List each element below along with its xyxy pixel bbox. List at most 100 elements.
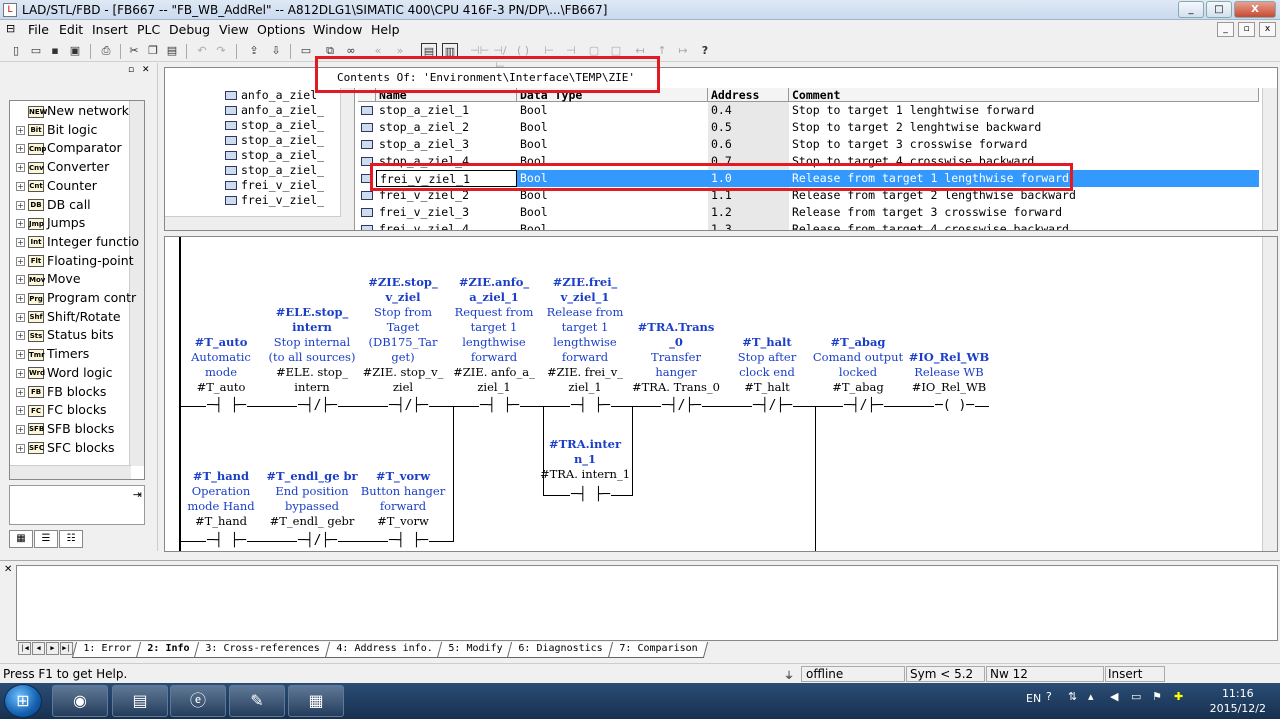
maximize-button[interactable]: □: [1206, 1, 1232, 18]
tree-item[interactable]: + FC FC blocks: [16, 402, 107, 420]
nc-contact[interactable]: ─┤/├─: [297, 534, 339, 548]
expand-icon[interactable]: +: [16, 294, 25, 303]
paste-icon[interactable]: ▤: [164, 43, 180, 59]
right-arrow-icon[interactable]: ↦: [675, 43, 691, 59]
no-contact[interactable]: ─┤ ├─: [570, 399, 612, 413]
simatic-manager-icon[interactable]: ◉: [52, 685, 108, 717]
next-tab-icon[interactable]: ▶: [46, 642, 59, 655]
tree-item[interactable]: + Cnt Counter: [16, 178, 97, 196]
interface-tree-item[interactable]: anfo_a_ziel: [225, 88, 317, 102]
cut-icon[interactable]: ✂: [126, 43, 142, 59]
tree-item[interactable]: + Sts Status bits: [16, 327, 114, 345]
tree-item[interactable]: + CmpComparator: [16, 140, 122, 158]
start-button[interactable]: ⊞: [4, 684, 42, 718]
output-tab[interactable]: 5: Modify: [436, 642, 514, 658]
tray-flag-icon[interactable]: ⚑: [1152, 690, 1162, 703]
menu-insert[interactable]: Insert: [92, 22, 128, 37]
table-cell-type[interactable]: Bool: [517, 204, 708, 221]
mdi-close-button[interactable]: x: [1259, 22, 1276, 37]
ladder-operand-label[interactable]: #TRA.inter n_1 #TRA. intern_1: [539, 437, 631, 482]
table-cell-comment[interactable]: Stop to target 1 lenghtwise forward: [789, 102, 1259, 119]
table-cell-address[interactable]: 0.6: [708, 136, 789, 153]
interface-tree-vscroll[interactable]: [340, 88, 354, 230]
tab-list[interactable]: ☷: [59, 530, 83, 548]
output-tab[interactable]: 2: Info: [136, 642, 201, 658]
tree-item[interactable]: + Mov Move: [16, 271, 81, 289]
copy-icon[interactable]: ❐: [145, 43, 161, 59]
interface-tree-item[interactable]: frei_v_ziel_: [225, 178, 324, 192]
expand-icon[interactable]: +: [16, 219, 25, 229]
output-close-icon[interactable]: ✕: [4, 564, 12, 575]
output-tab[interactable]: 3: Cross-references: [194, 642, 331, 658]
doc-icon[interactable]: ⊟: [6, 22, 15, 35]
explorer-icon[interactable]: ▤: [112, 685, 168, 717]
menu-help[interactable]: Help: [371, 22, 400, 37]
tray-display-icon[interactable]: ▭: [1131, 690, 1141, 703]
tab-call-structure[interactable]: ☰: [34, 530, 58, 548]
menu-debug[interactable]: Debug: [169, 22, 210, 37]
menu-file[interactable]: File: [28, 22, 49, 37]
tree-item[interactable]: NEWNew network: [16, 103, 129, 121]
table-cell-address[interactable]: 1.2: [708, 204, 789, 221]
table-cell-comment[interactable]: Release from target 4 crosswise backward: [789, 221, 1259, 230]
expand-icon[interactable]: +: [16, 163, 25, 173]
ladder-operand-label[interactable]: #IO_Rel_WB Release WB #IO_Rel_WB: [903, 350, 995, 395]
print-icon[interactable]: ⎙: [98, 43, 114, 59]
tab-program-elements[interactable]: ▦: [9, 530, 33, 548]
ladder-operand-label[interactable]: #TRA.Trans _0 Transfer hanger #TRA. Trans_…: [630, 320, 722, 395]
ladder-operand-label[interactable]: #ZIE.anfo_ a_ziel_1 Request from target 1…: [448, 275, 540, 395]
download-icon[interactable]: ⇩: [268, 43, 284, 59]
close-button[interactable]: X: [1234, 1, 1276, 18]
interface-tree-item[interactable]: anfo_a_ziel_: [225, 103, 324, 117]
table-cell-comment[interactable]: Release from target 3 crosswise forward: [789, 204, 1259, 221]
table-vertical-scrollbar[interactable]: [1262, 88, 1277, 230]
tree-item[interactable]: + Prg Program contr: [16, 290, 136, 308]
table-cell-name[interactable]: stop_a_ziel_1: [376, 102, 517, 119]
language-indicator[interactable]: EN: [1026, 692, 1041, 705]
menu-window[interactable]: Window: [313, 22, 362, 37]
ladder-operand-label[interactable]: #ZIE.stop_ v_ziel Stop from Taget (DB175_…: [357, 275, 449, 395]
new-icon[interactable]: ▯: [8, 43, 24, 59]
table-cell-name[interactable]: frei_v_ziel_4: [376, 221, 517, 230]
table-cell-name[interactable]: frei_v_ziel_3: [376, 204, 517, 221]
panel-pin-icon[interactable]: ▫: [128, 65, 134, 75]
output-tab[interactable]: 6: Diagnostics: [507, 642, 614, 658]
tree-horizontal-scrollbar[interactable]: [10, 465, 131, 479]
menu-view[interactable]: View: [219, 22, 249, 37]
tree-item[interactable]: + Bit Bit logic: [16, 122, 97, 140]
output-tab[interactable]: 1: Error: [71, 642, 143, 658]
prev-tab-icon[interactable]: ◀: [32, 642, 45, 655]
table-cell-type[interactable]: Bool: [517, 221, 708, 230]
save-all-icon[interactable]: ▣: [67, 43, 83, 59]
interface-tree-item[interactable]: stop_a_ziel_: [225, 118, 324, 132]
monitor-icon[interactable]: ▭: [298, 43, 314, 59]
table-cell-comment[interactable]: Stop to target 3 crosswise forward: [789, 136, 1259, 153]
clock[interactable]: 11:16 2015/12/2: [1210, 686, 1266, 716]
mdi-restore-button[interactable]: ▫: [1238, 22, 1255, 37]
table-cell-address[interactable]: 0.5: [708, 119, 789, 136]
expand-icon[interactable]: +: [16, 200, 25, 210]
ladder-vertical-scrollbar[interactable]: [1262, 237, 1277, 551]
expand-icon[interactable]: +: [16, 331, 25, 341]
output-tab[interactable]: 4: Address info.: [324, 642, 444, 658]
no-contact[interactable]: ─┤ ├─: [206, 399, 248, 413]
tray-volume-icon[interactable]: ◀: [1110, 690, 1118, 703]
no-contact[interactable]: ─┤ ├─: [570, 488, 612, 502]
table-cell-type[interactable]: Bool: [517, 102, 708, 119]
open-icon[interactable]: ▭: [28, 43, 44, 59]
expand-icon[interactable]: +: [16, 368, 25, 378]
tree-item[interactable]: + FB FB blocks: [16, 384, 106, 402]
tree-item[interactable]: + Int Integer functio: [16, 234, 139, 252]
panel-close-icon[interactable]: ✕: [142, 65, 150, 75]
tree-item[interactable]: + Flt Floating-point: [16, 253, 134, 271]
menu-options[interactable]: Options: [257, 22, 305, 37]
tree-vertical-scrollbar[interactable]: [129, 101, 144, 466]
netpro-icon[interactable]: ▦: [288, 685, 344, 717]
tray-security-icon[interactable]: ✚: [1174, 690, 1183, 703]
expand-icon[interactable]: +: [16, 406, 25, 416]
ladder-operand-label[interactable]: #T_hand Operation mode Hand #T_hand: [175, 469, 267, 529]
tree-item[interactable]: + Shf Shift/Rotate: [16, 309, 121, 327]
no-contact[interactable]: ─┤ ├─: [206, 534, 248, 548]
expand-icon[interactable]: +: [16, 144, 25, 154]
tree-item[interactable]: + DB DB call: [16, 197, 91, 215]
